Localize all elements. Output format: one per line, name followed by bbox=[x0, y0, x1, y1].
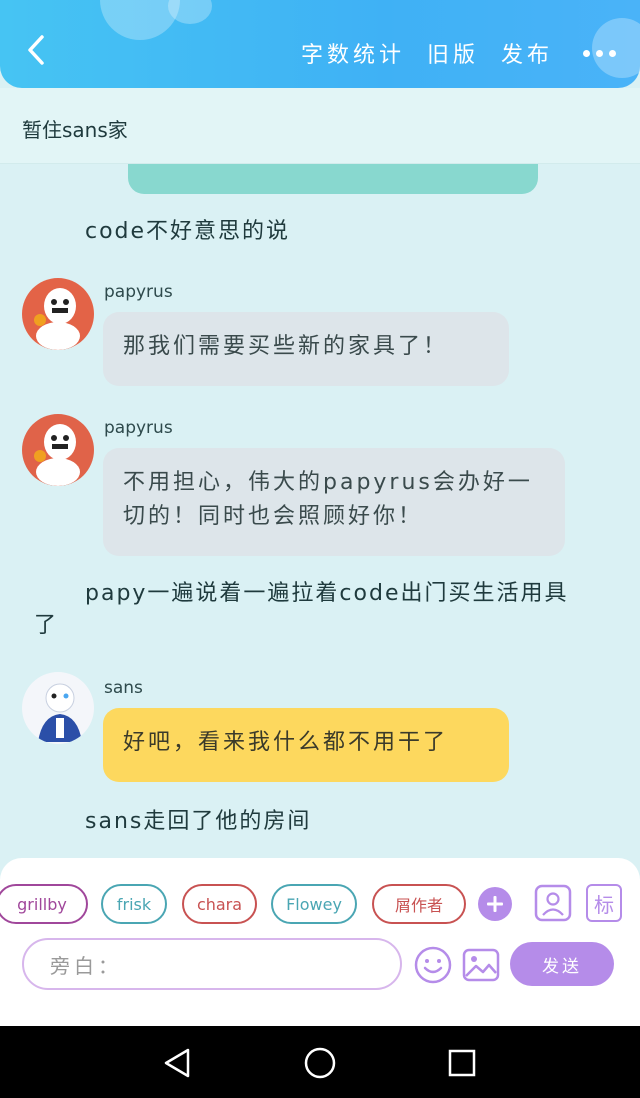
nav-home-button[interactable] bbox=[303, 1046, 337, 1080]
character-chip-chara[interactable]: chara bbox=[182, 884, 257, 924]
word-count-button[interactable]: 字数统计 bbox=[301, 37, 405, 69]
narration-line[interactable]: code不好意思的说 bbox=[85, 216, 290, 248]
character-chip-grillby[interactable]: grillby bbox=[0, 884, 88, 924]
character-chip-frisk[interactable]: frisk bbox=[101, 884, 167, 924]
image-icon bbox=[462, 948, 500, 982]
send-button[interactable]: 发送 bbox=[510, 942, 614, 986]
more-menu-button[interactable] bbox=[583, 49, 616, 57]
square-recents-icon bbox=[448, 1049, 476, 1077]
sender-name: papyrus bbox=[104, 418, 173, 438]
sender-name: sans bbox=[104, 678, 143, 698]
sender-name: papyrus bbox=[104, 282, 173, 302]
sans-avatar-icon bbox=[22, 672, 94, 744]
message-bubble[interactable]: 好吧，看来我什么都不用干了 bbox=[103, 708, 509, 782]
app-header: 字数统计 旧版 发布 bbox=[0, 0, 640, 88]
message-bubble[interactable]: 不用担心，伟大的papyrus会办好一 切的！同时也会照顾好你！ bbox=[103, 448, 565, 556]
character-chip-flowey[interactable]: Flowey bbox=[271, 884, 357, 924]
character-manage-button[interactable] bbox=[534, 884, 572, 922]
back-button[interactable] bbox=[18, 30, 54, 70]
input-panel: grillby frisk chara Flowey 屑作者 标 旁白： 发送 bbox=[0, 858, 640, 1026]
tag-button[interactable]: 标 bbox=[586, 884, 622, 922]
narration-line[interactable]: sans走回了他的房间 bbox=[85, 806, 311, 838]
narration-line-wrap[interactable]: 了 bbox=[34, 610, 58, 642]
image-button[interactable] bbox=[462, 946, 500, 984]
message-bubble-partial[interactable] bbox=[128, 164, 538, 194]
header-actions: 字数统计 旧版 发布 bbox=[301, 36, 616, 70]
papyrus-avatar-icon bbox=[22, 414, 94, 486]
emoji-button[interactable] bbox=[414, 946, 452, 984]
chevron-left-icon bbox=[28, 35, 44, 65]
tag-label: 标 bbox=[594, 892, 614, 917]
plus-icon bbox=[478, 887, 512, 921]
dot-icon bbox=[596, 49, 603, 57]
avatar-papyrus[interactable] bbox=[22, 278, 94, 350]
chat-area[interactable]: code不好意思的说 papyrus 那我们需要买些新的家具了！ papyrus… bbox=[0, 164, 640, 858]
dot-icon bbox=[583, 49, 590, 57]
narration-line[interactable]: papy一遍说着一遍拉着code出门买生活用具 bbox=[85, 578, 569, 610]
person-card-icon bbox=[534, 884, 572, 922]
message-line: 切的！同时也会照顾好你！ bbox=[123, 504, 424, 529]
add-character-button[interactable] bbox=[477, 886, 513, 922]
papyrus-avatar-icon bbox=[22, 278, 94, 350]
circle-home-icon bbox=[304, 1047, 336, 1079]
nav-back-button[interactable] bbox=[160, 1046, 194, 1080]
avatar-sans[interactable] bbox=[22, 672, 94, 744]
triangle-back-icon bbox=[164, 1048, 190, 1078]
avatar-papyrus[interactable] bbox=[22, 414, 94, 486]
input-placeholder: 旁白： bbox=[50, 953, 122, 978]
character-chip-author[interactable]: 屑作者 bbox=[372, 884, 466, 924]
smiley-icon bbox=[414, 946, 452, 984]
nav-recents-button[interactable] bbox=[445, 1046, 479, 1080]
message-line: 不用担心，伟大的papyrus会办好一 bbox=[123, 470, 533, 495]
old-version-button[interactable]: 旧版 bbox=[427, 37, 479, 69]
message-bubble[interactable]: 那我们需要买些新的家具了！ bbox=[103, 312, 509, 386]
chapter-bar: 暂住sans家 bbox=[0, 88, 640, 164]
system-nav-bar bbox=[0, 1026, 640, 1098]
decor-bubble bbox=[168, 0, 212, 24]
chapter-title: 暂住sans家 bbox=[22, 118, 128, 142]
narration-input[interactable]: 旁白： bbox=[22, 938, 402, 990]
dot-icon bbox=[609, 49, 616, 57]
publish-button[interactable]: 发布 bbox=[501, 37, 553, 69]
